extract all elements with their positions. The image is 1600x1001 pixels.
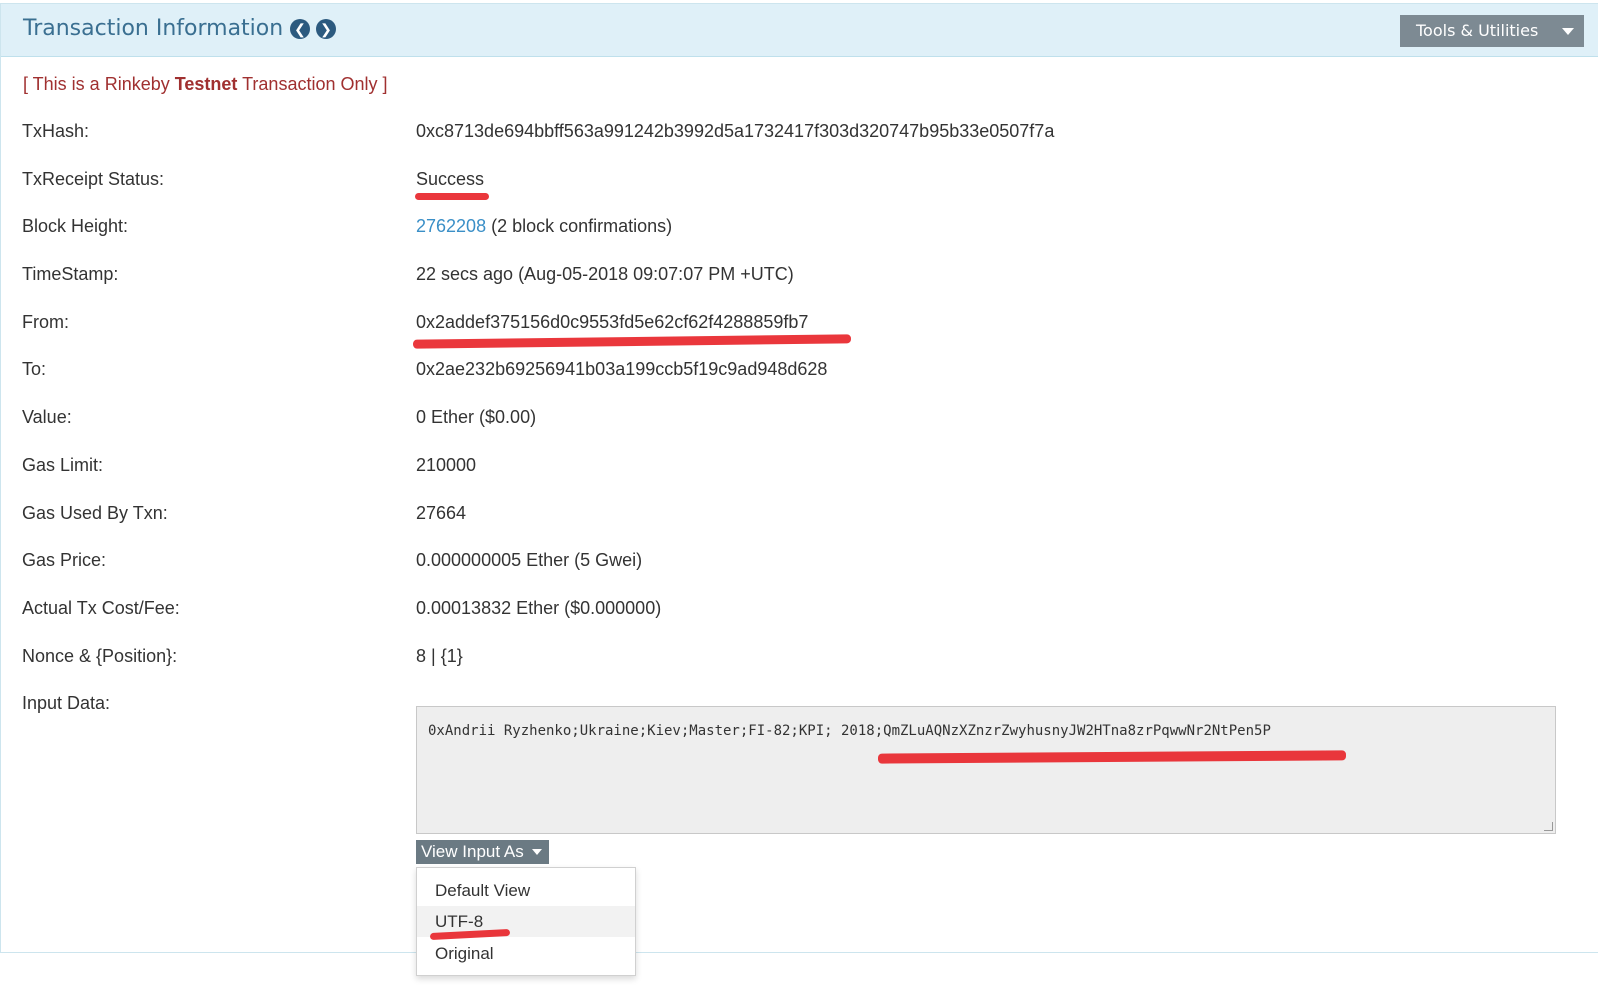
row-value: Value: 0 Ether ($0.00) [22,407,1582,437]
highlight-mark-status [415,193,489,200]
fee-label: Actual Tx Cost/Fee: [22,598,180,618]
nonce-value: 8 | {1} [416,646,463,666]
input-data-label: Input Data: [22,693,111,713]
gas-limit-value: 210000 [416,455,477,475]
resize-grip-icon[interactable] [1544,822,1553,831]
fee-value: 0.00013832 Ether ($0.000000) [416,598,662,618]
option-default-view[interactable]: Default View [417,875,635,906]
row-timestamp: TimeStamp: 22 secs ago (Aug-05-2018 09:0… [22,264,1582,294]
row-to: To: 0x2ae232b69256941b03a199ccb5f19c9ad9… [22,359,1582,389]
panel-header: Transaction Information ❮ ❯ Tools & Util… [1,4,1598,57]
view-input-as-button[interactable]: View Input As [416,840,549,864]
notice-suffix: Transaction Only ] [237,74,388,94]
status-value: Success [416,169,485,189]
input-data-value: 0xAndrii Ryzhenko;Ukraine;Kiev;Master;FI… [428,723,1271,739]
notice-prefix: [ This is a Rinkeby [23,74,175,94]
chevron-left-icon[interactable]: ❮ [290,19,310,39]
to-label: To: [22,359,47,379]
gas-used-value: 27664 [416,503,467,523]
row-gas-used: Gas Used By Txn: 27664 [22,503,1582,533]
page-title: Transaction Information [23,16,284,41]
block-height-link[interactable]: 2762208 [416,216,486,236]
txhash-label: TxHash: [22,121,90,141]
gas-price-label: Gas Price: [22,550,107,570]
block-confirmations: (2 block confirmations) [486,216,673,236]
row-status: TxReceipt Status: Success [22,169,1582,199]
row-txhash: TxHash: 0xc8713de694bbff563a991242b3992d… [22,121,1582,151]
txhash-value: 0xc8713de694bbff563a991242b3992d5a173241… [416,121,1055,141]
value-label: Value: [22,407,72,427]
caret-down-icon [1562,28,1574,35]
from-address-link[interactable]: 0x2addef375156d0c9553fd5e62cf62f4288859f… [416,312,808,333]
row-gas-limit: Gas Limit: 210000 [22,455,1582,485]
tools-utilities-button[interactable]: Tools & Utilities [1400,15,1584,47]
chevron-right-icon[interactable]: ❯ [316,19,336,39]
from-label: From: [22,312,69,332]
testnet-notice: [ This is a Rinkeby Testnet Transaction … [23,74,388,95]
view-input-as-label: View Input As [421,842,524,861]
row-block-height: Block Height: 2762208 (2 block confirmat… [22,216,1582,246]
gas-used-label: Gas Used By Txn: [22,503,168,523]
timestamp-label: TimeStamp: [22,264,119,284]
gas-price-value: 0.000000005 Ether (5 Gwei) [416,550,643,570]
row-gas-price: Gas Price: 0.000000005 Ether (5 Gwei) [22,550,1582,580]
timestamp-value: 22 secs ago (Aug-05-2018 09:07:07 PM +UT… [416,264,794,284]
to-address-link[interactable]: 0x2ae232b69256941b03a199ccb5f19c9ad948d6… [416,359,827,380]
nonce-label: Nonce & {Position}: [22,646,178,666]
row-fee: Actual Tx Cost/Fee: 0.00013832 Ether ($0… [22,598,1582,628]
input-data-textarea[interactable]: 0xAndrii Ryzhenko;Ukraine;Kiev;Master;FI… [416,706,1556,834]
gas-limit-label: Gas Limit: [22,455,104,475]
notice-bold: Testnet [174,74,238,94]
caret-down-icon [532,849,542,855]
row-nonce: Nonce & {Position}: 8 | {1} [22,646,1582,676]
tools-utilities-label: Tools & Utilities [1416,21,1539,40]
status-label: TxReceipt Status: [22,169,165,189]
value-amount: 0 Ether ($0.00) [416,407,537,427]
view-input-dropdown: Default View UTF-8 Original [416,867,636,976]
block-height-label: Block Height: [22,216,129,236]
block-height-value: 2762208 (2 block confirmations) [416,216,672,237]
option-original[interactable]: Original [417,938,635,969]
